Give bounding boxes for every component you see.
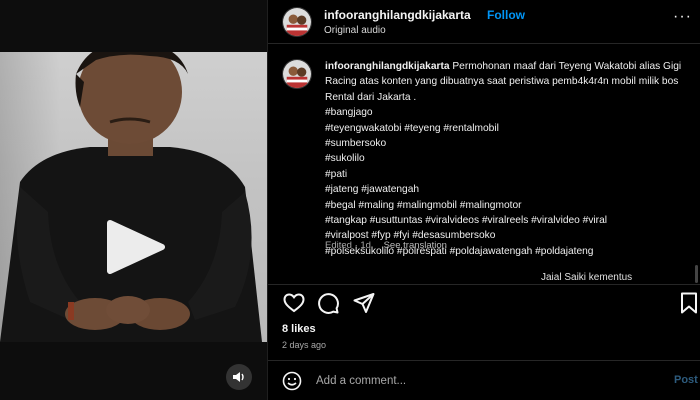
likes-count[interactable]: 8 likes: [282, 323, 316, 335]
comment-button[interactable]: [316, 291, 340, 315]
heart-icon: [283, 293, 305, 313]
follow-button[interactable]: Follow: [487, 8, 525, 22]
like-button[interactable]: [282, 291, 306, 315]
header-separator: •: [448, 7, 453, 21]
comment-icon: [318, 293, 339, 314]
caption-section: infooranghilangdkijakarta Permohonan maa…: [268, 45, 700, 285]
edited-label: Edited · 1d: [325, 240, 371, 251]
caption-username[interactable]: infooranghilangdkijakarta: [325, 61, 450, 72]
avatar-image: [283, 60, 311, 88]
comment-preview: Jaial Saiki kementus: [541, 272, 633, 283]
comment-bar: Post: [268, 360, 700, 400]
hashtag-line[interactable]: #begal #maling #malingmobil #malingmotor: [325, 198, 697, 213]
avatar-image: [283, 8, 311, 36]
post-timestamp: 2 days ago: [282, 340, 327, 350]
play-button[interactable]: [98, 217, 172, 277]
send-icon: [353, 293, 375, 313]
share-button[interactable]: [352, 291, 376, 315]
post-details: infooranghilangdkijakarta • Follow Origi…: [268, 0, 700, 400]
bookmark-icon: [681, 292, 697, 314]
post-button[interactable]: Post: [674, 374, 698, 386]
post-header: infooranghilangdkijakarta • Follow Origi…: [268, 0, 700, 44]
see-translation-link[interactable]: See translation: [384, 240, 447, 251]
save-button[interactable]: [678, 291, 700, 315]
hashtag-line[interactable]: #tangkap #usuttuntas #viralvideos #viral…: [325, 213, 697, 228]
hashtag-line[interactable]: #sukolilo: [325, 151, 697, 166]
video-panel[interactable]: [0, 0, 267, 400]
video-frame[interactable]: [0, 52, 267, 342]
hashtag-line[interactable]: #bangjago: [325, 105, 697, 120]
avatar[interactable]: [282, 7, 312, 37]
emoji-icon: [282, 371, 302, 391]
play-icon: [107, 220, 165, 274]
hashtag-line[interactable]: #sumbersoko: [325, 136, 697, 151]
comment-input[interactable]: [316, 371, 656, 391]
speaker-icon: [233, 372, 244, 382]
action-bar: [268, 287, 700, 319]
hashtag-line[interactable]: #pati: [325, 167, 697, 182]
hashtag-line[interactable]: #teyengwakatobi #teyeng #rentalmobil: [325, 121, 697, 136]
scrollbar-thumb[interactable]: [695, 265, 698, 283]
more-options-button[interactable]: ···: [673, 8, 692, 26]
audio-label[interactable]: Original audio: [324, 25, 386, 36]
caption-text: infooranghilangdkijakarta Permohonan maa…: [325, 59, 697, 259]
person-illustration: [0, 52, 262, 342]
caption-avatar[interactable]: [282, 59, 312, 89]
emoji-button[interactable]: [282, 371, 302, 391]
caption-meta: Edited · 1d See translation: [325, 240, 447, 251]
mute-button[interactable]: [226, 364, 252, 390]
hashtag-line[interactable]: #jateng #jawatengah: [325, 182, 697, 197]
